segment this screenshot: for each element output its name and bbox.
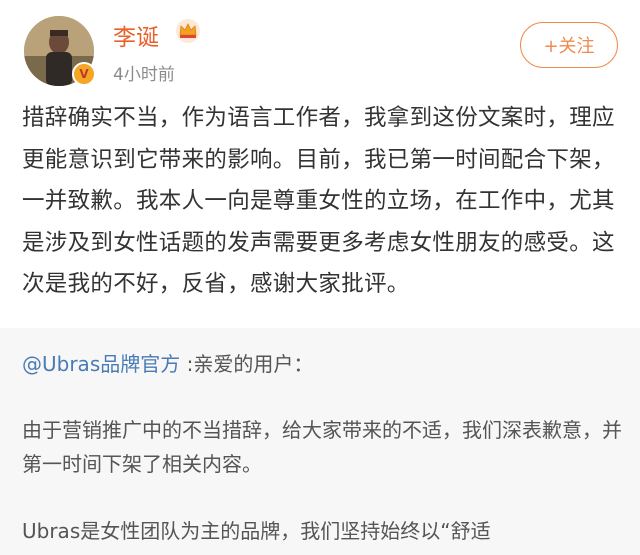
repost-paragraph-1: 由于营销推广中的不当措辞，给大家带来的不适，我们深表歉意，并第一时间下架了相关内… bbox=[22, 418, 622, 476]
crown-icon bbox=[176, 19, 200, 43]
repost-greeting: :亲爱的用户： bbox=[186, 352, 314, 376]
post-text: 措辞确实不当，作为语言工作者，我拿到这份文案时，理应更能意识到它带来的影响。目前… bbox=[22, 105, 615, 297]
mention-link[interactable]: @Ubras品牌官方 bbox=[22, 352, 180, 376]
repost-paragraph-2: Ubras是女性团队为主的品牌，我们坚持始终以“舒适 bbox=[22, 519, 491, 543]
quoted-repost[interactable]: @Ubras品牌官方 :亲爱的用户： 由于营销推广中的不当措辞，给大家带来的不适… bbox=[0, 328, 640, 555]
post-timestamp: 4小时前 bbox=[113, 65, 175, 85]
repost-header: @Ubras品牌官方 :亲爱的用户： bbox=[22, 348, 313, 377]
post-header: V 李诞 4小时前 +关注 bbox=[0, 0, 640, 95]
username[interactable]: 李诞 bbox=[113, 18, 159, 52]
verified-badge-icon: V bbox=[72, 62, 96, 86]
follow-button[interactable]: +关注 bbox=[520, 22, 618, 68]
